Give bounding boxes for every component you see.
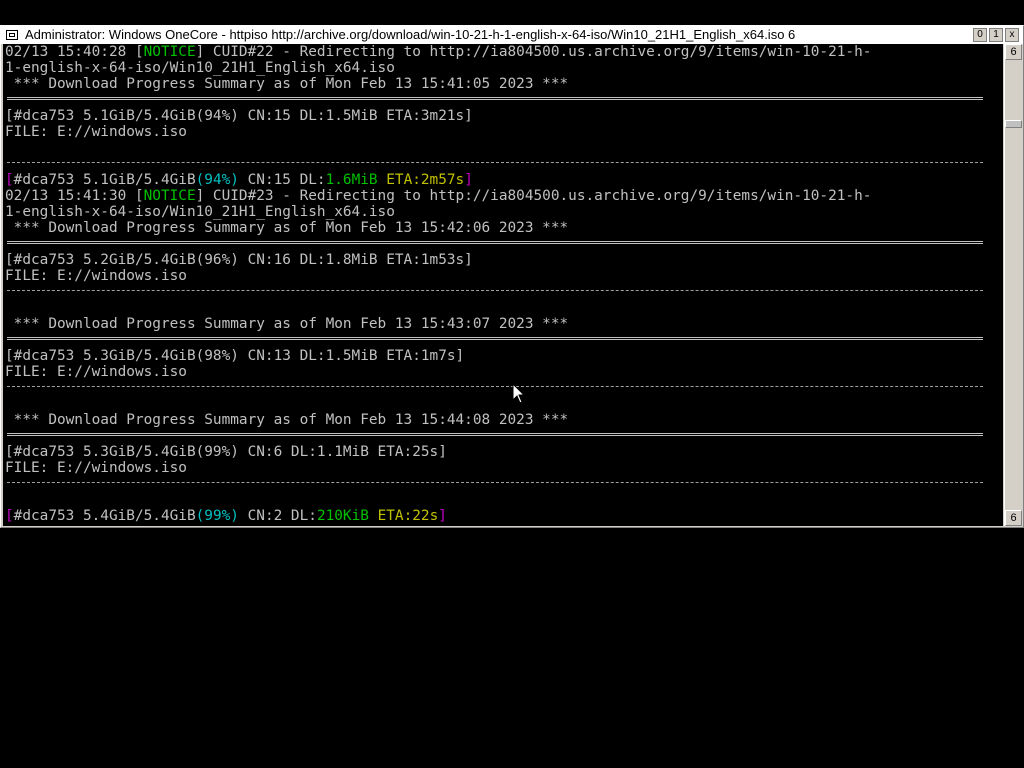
dash-separator xyxy=(3,284,1003,300)
summary-header: *** Download Progress Summary as of Mon … xyxy=(5,412,569,428)
log-line: 02/13 15:40:28 [NOTICE] CUID#22 - Redire… xyxy=(5,44,872,60)
live-progress-line: [#dca753 5.4GiB/5.4GiB(99%) CN:2 DL:210K… xyxy=(5,508,447,524)
system-menu-icon[interactable] xyxy=(6,30,18,40)
progress-line: [#dca753 5.3GiB/5.4GiB(98%) CN:13 DL:1.5… xyxy=(5,348,465,364)
console-output[interactable]: 02/13 15:40:28 [NOTICE] CUID#22 - Redire… xyxy=(3,44,1003,526)
file-line: FILE: E://windows.iso xyxy=(5,460,187,476)
title-bar[interactable]: Administrator: Windows OneCore - httpiso… xyxy=(1,26,1023,44)
progress-line: [#dca753 5.2GiB/5.4GiB(96%) CN:16 DL:1.8… xyxy=(5,252,473,268)
scroll-thumb[interactable] xyxy=(1005,120,1022,128)
window-controls: 0 1 x xyxy=(973,28,1019,42)
console-window: Administrator: Windows OneCore - httpiso… xyxy=(0,25,1024,528)
close-button[interactable]: x xyxy=(1005,28,1019,42)
summary-header: *** Download Progress Summary as of Mon … xyxy=(5,220,569,236)
double-separator xyxy=(3,236,1003,252)
scroll-up-button[interactable]: 6 xyxy=(1005,44,1022,60)
file-line: FILE: E://windows.iso xyxy=(5,268,187,284)
double-separator xyxy=(3,332,1003,348)
dash-separator xyxy=(3,156,1003,172)
log-line: 1-english-x-64-iso/Win10_21H1_English_x6… xyxy=(5,60,395,76)
progress-line: [#dca753 5.3GiB/5.4GiB(99%) CN:6 DL:1.1M… xyxy=(5,444,447,460)
dash-separator xyxy=(3,380,1003,396)
mouse-pointer-icon xyxy=(512,383,526,404)
log-line: 1-english-x-64-iso/Win10_21H1_English_x6… xyxy=(5,204,395,220)
log-line: 02/13 15:41:30 [NOTICE] CUID#23 - Redire… xyxy=(5,188,872,204)
summary-header: *** Download Progress Summary as of Mon … xyxy=(5,316,569,332)
vertical-scrollbar[interactable]: 6 6 xyxy=(1004,44,1022,526)
window-title: Administrator: Windows OneCore - httpiso… xyxy=(25,27,796,42)
double-separator xyxy=(3,428,1003,444)
minimize-button[interactable]: 0 xyxy=(973,28,987,42)
dash-separator xyxy=(3,476,1003,492)
file-line: FILE: E://windows.iso xyxy=(5,124,187,140)
maximize-button[interactable]: 1 xyxy=(989,28,1003,42)
scroll-down-button[interactable]: 6 xyxy=(1005,510,1022,526)
file-line: FILE: E://windows.iso xyxy=(5,364,187,380)
progress-line: [#dca753 5.1GiB/5.4GiB(94%) CN:15 DL:1.5… xyxy=(5,108,473,124)
double-separator xyxy=(3,92,1003,108)
live-progress-line: [#dca753 5.1GiB/5.4GiB(94%) CN:15 DL:1.6… xyxy=(5,172,473,188)
summary-header: *** Download Progress Summary as of Mon … xyxy=(5,76,569,92)
